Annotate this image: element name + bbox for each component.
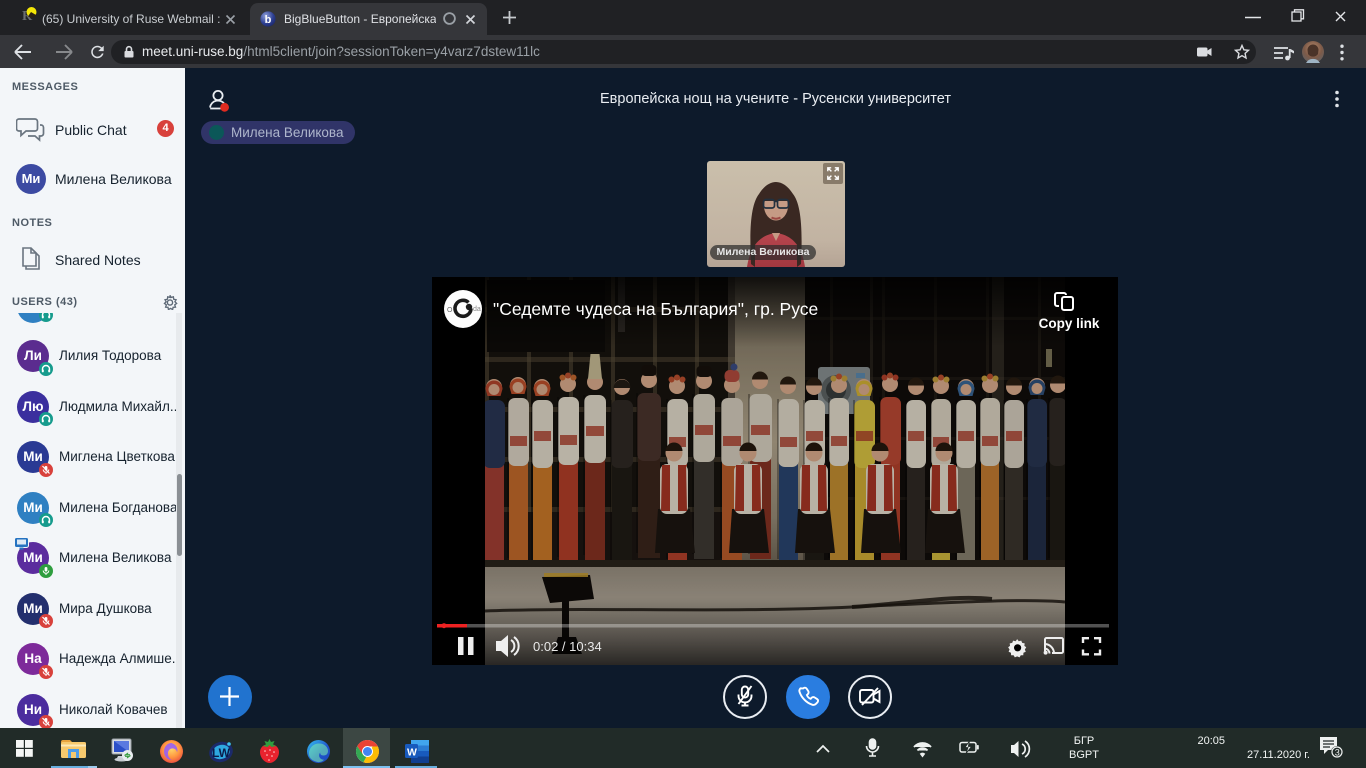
svg-text:W: W xyxy=(407,747,417,759)
svg-text:Copy link: Copy link xyxy=(1039,316,1100,331)
svg-text:0:02 / 10:34: 0:02 / 10:34 xyxy=(533,639,602,654)
svg-text:"Седемте чудеса на България",: "Седемте чудеса на България", гр. Русе xyxy=(493,299,818,319)
svg-text:LW: LW xyxy=(212,746,231,760)
svg-text:b: b xyxy=(265,14,272,26)
svg-text:O: O xyxy=(447,307,453,314)
svg-text:3: 3 xyxy=(1335,748,1340,758)
svg-text:da: da xyxy=(473,306,481,313)
